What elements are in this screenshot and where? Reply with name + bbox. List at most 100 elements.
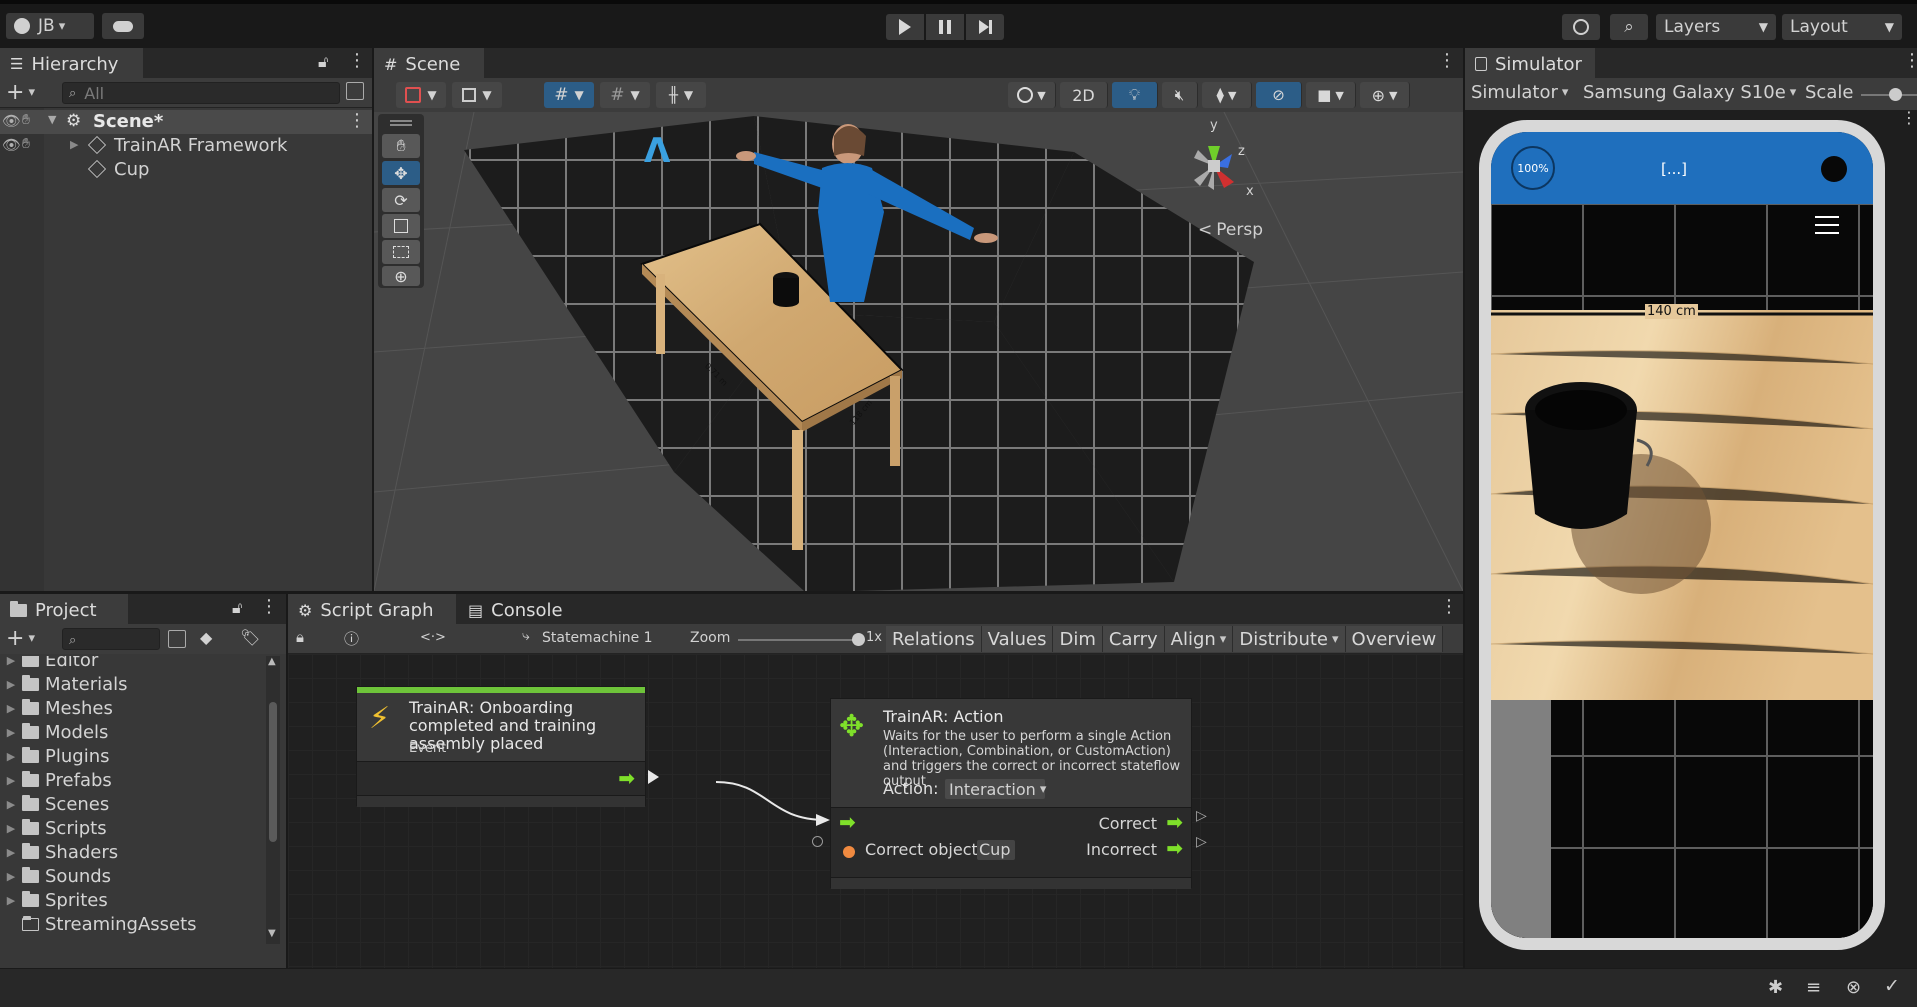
list-item[interactable]: Cup [0, 158, 372, 182]
list-item[interactable]: 👁︎ ✋︎ ▶ TrainAR Framework [0, 134, 372, 158]
bug-icon[interactable]: ✱ [1768, 977, 1783, 998]
incorrect-arrow-icon[interactable]: ➡︎ [1166, 836, 1183, 860]
increment-snap-button[interactable]: ╫ ▼ [656, 82, 706, 108]
shading-button[interactable]: ▼ [1008, 82, 1056, 108]
scene-row[interactable]: 👁︎ ✋︎ ▼ ⚙︎ Scene* ⋮ [0, 110, 372, 134]
list-item[interactable]: ▶ Models [0, 720, 109, 744]
correct-output-port-icon[interactable]: ▷ [1196, 808, 1207, 824]
more-menu-icon[interactable]: ⋮ [1438, 50, 1456, 71]
list-item[interactable]: ▶ Prefabs [0, 768, 112, 792]
label-icon[interactable]: 🏷︎ [240, 628, 260, 647]
search-button[interactable]: ⌕ [1610, 14, 1648, 40]
pick-icon[interactable]: ✋︎ [22, 112, 30, 128]
orientation-gizmo[interactable]: y z x [1164, 118, 1264, 210]
dim-button[interactable]: Dim [1053, 626, 1103, 652]
flow-out-port-icon[interactable] [648, 770, 659, 784]
move-tool-button[interactable]: ✥ [382, 161, 420, 185]
rect-tool-button[interactable] [382, 240, 420, 264]
account-button[interactable]: JB [6, 13, 94, 39]
list-item[interactable]: ▶ Editor [0, 656, 98, 672]
correct-object-field[interactable]: Cup [977, 840, 1015, 860]
lock-icon[interactable]: 🔓︎ [232, 598, 242, 618]
list-item[interactable]: ▶ Materials [0, 672, 128, 696]
layers-dropdown[interactable]: Layers ▼ [1656, 14, 1776, 40]
pause-button[interactable] [926, 14, 964, 40]
eye-icon[interactable]: 👁︎ [2, 112, 21, 130]
lighting-toggle[interactable]: 💡︎ [1112, 82, 1158, 108]
event-node[interactable]: ⚡︎ TrainAR: Onboarding completed and tra… [356, 686, 646, 807]
effects-toggle[interactable]: ⧫ ▼ [1202, 82, 1252, 108]
more-menu-icon[interactable]: ⋮ [1901, 108, 1917, 127]
simulator-mode-dropdown[interactable]: Simulator [1471, 82, 1568, 103]
transform-tool-button[interactable]: ⊕ [382, 266, 420, 286]
device-dropdown[interactable]: Samsung Galaxy S10e [1583, 82, 1796, 103]
lock-icon[interactable]: 🔓︎ [318, 52, 328, 72]
gizmos-button[interactable]: ⊕ ▼ [1360, 82, 1410, 108]
list-item[interactable]: ▶ Plugins [0, 744, 110, 768]
list-item[interactable]: StreamingAssets [0, 912, 197, 936]
breadcrumb[interactable]: Statemachine 1 [542, 630, 653, 646]
search-options-icon[interactable] [346, 82, 364, 100]
play-button[interactable] [886, 14, 924, 40]
values-button[interactable]: Values [981, 626, 1054, 652]
filter-type-icon[interactable]: ◆ [200, 628, 212, 647]
project-scrollbar[interactable]: ▲ ▼ [266, 656, 280, 944]
more-menu-icon[interactable]: ⋮ [1903, 50, 1917, 71]
zoom-slider[interactable] [738, 633, 865, 646]
info-icon[interactable]: ⓘ [344, 628, 359, 649]
slider-handle[interactable] [852, 633, 865, 646]
align-dropdown[interactable]: Align [1164, 626, 1234, 652]
action-node[interactable]: ✥ TrainAR: Action Waits for the user to … [830, 698, 1192, 889]
snap-increment-button[interactable]: # ▼ [600, 82, 650, 108]
step-button[interactable] [966, 14, 1004, 40]
expand-arrow-icon[interactable]: ▶ [70, 138, 78, 151]
lock-icon[interactable]: 🔒︎ [296, 628, 304, 646]
mode-2d-button[interactable]: 2D [1060, 82, 1108, 108]
graph-canvas[interactable]: ⚡︎ TrainAR: Onboarding completed and tra… [288, 654, 1463, 968]
list-item[interactable]: ▶ Shaders [0, 840, 118, 864]
more-menu-icon[interactable]: ⋮ [348, 50, 366, 71]
database-icon[interactable]: ≡ [1806, 977, 1821, 998]
tab-project[interactable]: Project [0, 594, 128, 624]
rotate-tool-button[interactable]: ⟳ [382, 188, 420, 212]
distribute-dropdown[interactable]: Distribute [1233, 626, 1346, 652]
more-menu-icon[interactable]: ⋮ [260, 596, 278, 617]
check-circle-icon[interactable]: ✓ [1884, 975, 1900, 997]
scroll-up-icon[interactable]: ▲ [268, 656, 276, 667]
expand-arrow-icon[interactable]: ▼ [48, 113, 56, 126]
scale-tool-button[interactable] [382, 214, 420, 238]
list-item[interactable]: ▶ Meshes [0, 696, 113, 720]
hand-tool-button[interactable]: ✋︎ [382, 134, 420, 158]
project-search-input[interactable]: ⌕ [62, 628, 160, 650]
slider-handle[interactable] [1889, 88, 1902, 101]
carry-button[interactable]: Carry [1102, 626, 1165, 652]
list-item[interactable]: ▶ Sounds [0, 864, 111, 888]
camera-settings-button[interactable]: ■ ▼ [1306, 82, 1356, 108]
more-menu-icon[interactable]: ⋮ [348, 110, 366, 131]
render-mode-button[interactable]: ▼ [452, 82, 502, 108]
incorrect-output-port-icon[interactable]: ▷ [1196, 834, 1207, 850]
flow-out-arrow-icon[interactable]: ➡︎ [618, 766, 635, 790]
relations-button[interactable]: Relations [886, 626, 982, 652]
overview-button[interactable]: Overview [1345, 626, 1444, 652]
history-button[interactable] [1562, 14, 1600, 40]
tab-hierarchy[interactable]: ☰ Hierarchy [0, 48, 143, 78]
hierarchy-search-input[interactable]: ⌕ All [62, 82, 340, 104]
object-input-port-icon[interactable] [812, 836, 823, 847]
cloud-button[interactable] [102, 13, 144, 39]
action-type-dropdown[interactable]: Interaction [945, 779, 1045, 799]
scroll-down-icon[interactable]: ▼ [268, 928, 276, 939]
scene-viewport[interactable]: Λ 0.71 m 118 cm ✋︎ ✥ ⟳ ⊕ y z x < Persp [374, 112, 1463, 591]
layout-dropdown[interactable]: Layout ▼ [1782, 14, 1902, 40]
flow-in-arrow-icon[interactable]: ➡︎ [839, 810, 856, 834]
more-menu-icon[interactable]: ⋮ [1440, 596, 1458, 617]
create-button[interactable]: + [6, 80, 35, 105]
correct-arrow-icon[interactable]: ➡︎ [1166, 810, 1183, 834]
scale-slider[interactable] [1861, 88, 1917, 101]
scroll-thumb[interactable] [269, 702, 277, 842]
audio-toggle[interactable]: 🔇︎ [1162, 82, 1198, 108]
hidden-objects-toggle[interactable]: ⊘ [1256, 82, 1302, 108]
hamburger-menu-icon[interactable] [1815, 216, 1839, 234]
tab-simulator[interactable]: Simulator [1465, 48, 1595, 78]
tab-script-graph[interactable]: ⚙︎ Script Graph [288, 594, 456, 624]
